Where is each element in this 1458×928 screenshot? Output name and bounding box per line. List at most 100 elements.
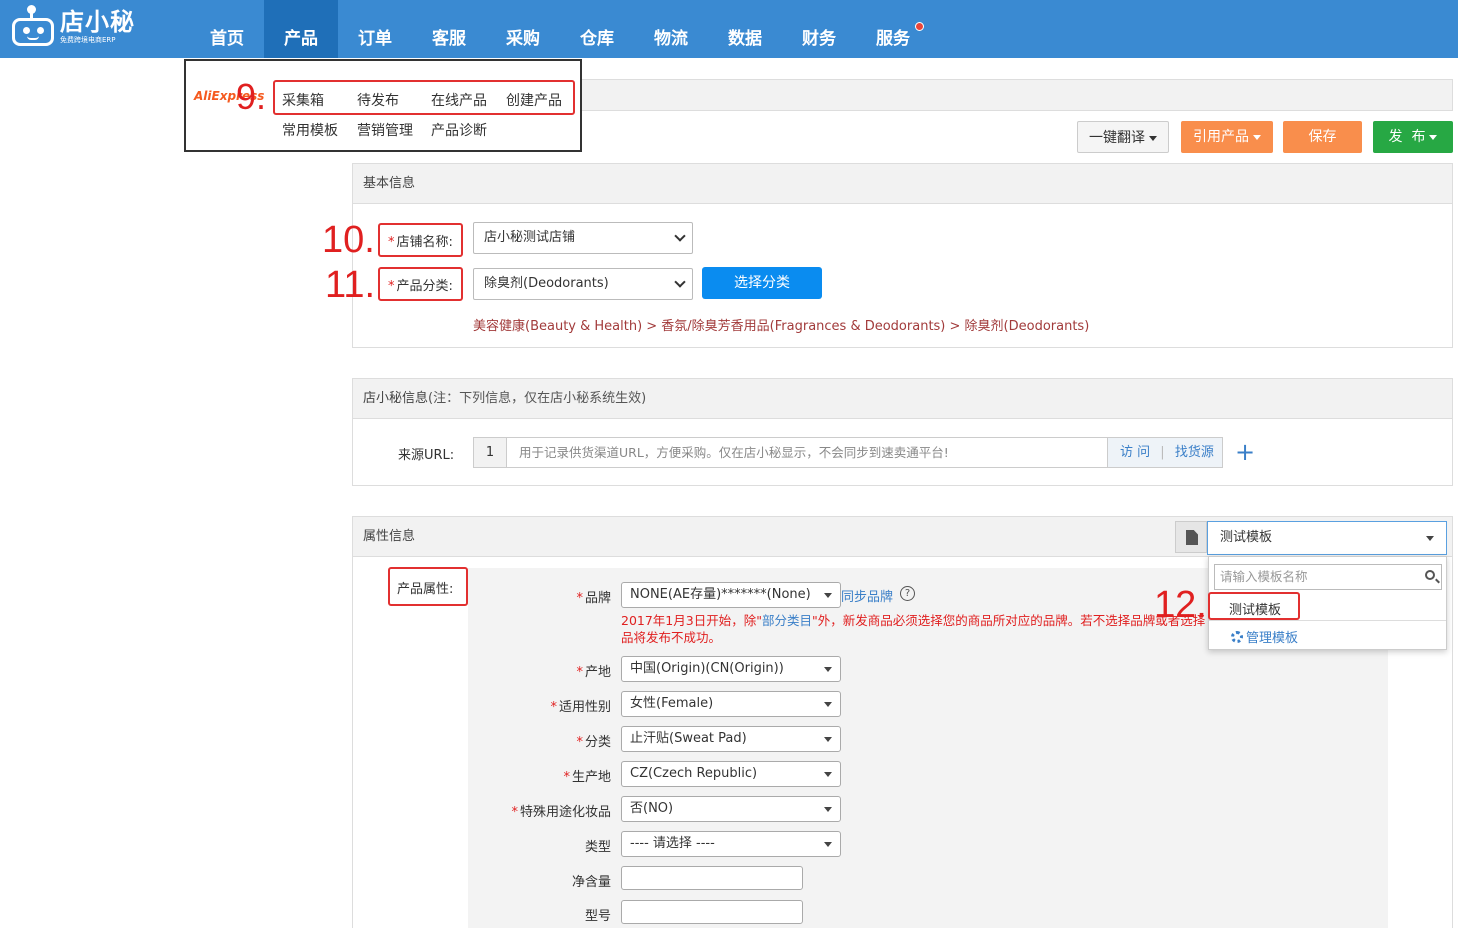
gender-value: 女性(Female) xyxy=(630,696,714,711)
caret-down-icon xyxy=(824,702,832,707)
step-11-marker: 11. xyxy=(325,264,376,306)
choose-category-button[interactable]: 选择分类 xyxy=(702,267,822,299)
source-url-input[interactable]: 用于记录供货渠道URL，方便采购。仅在店小秘显示，不会同步到速卖通平台! xyxy=(519,438,949,467)
menu-item-create-product[interactable]: 创建产品 xyxy=(506,90,562,110)
dropdown-divider xyxy=(1209,620,1446,621)
menu-item-online-products[interactable]: 在线产品 xyxy=(431,90,487,110)
chevron-down-icon xyxy=(674,230,686,242)
nav-purchase[interactable]: 采购 xyxy=(486,0,560,58)
type-select[interactable]: ---- 请选择 ---- xyxy=(621,831,841,857)
brand-value: NONE(AE存量)*******(None) xyxy=(630,587,811,602)
visit-link[interactable]: 访 问 xyxy=(1120,445,1150,460)
type-category-select[interactable]: 止汗贴(Sweat Pad) xyxy=(621,726,841,752)
manage-templates-link[interactable]: 管理模板 xyxy=(1231,627,1298,646)
url-actions: 访 问 | 找货源 xyxy=(1107,438,1222,467)
nav-home[interactable]: 首页 xyxy=(190,0,264,58)
special-cosmetic-select[interactable]: 否(NO) xyxy=(621,796,841,822)
gender-label-text: 适用性别 xyxy=(558,700,611,715)
robot-logo-icon xyxy=(10,5,56,48)
translate-label: 一键翻译 xyxy=(1089,130,1145,146)
shop-name-label-text: 店铺名称: xyxy=(396,235,453,250)
net-content-input[interactable] xyxy=(621,866,803,890)
type-label: 类型 xyxy=(411,836,611,855)
save-button[interactable]: 保存 xyxy=(1283,121,1362,153)
production-place-label-text: 生产地 xyxy=(571,770,611,785)
gear-icon xyxy=(1231,631,1243,643)
caret-down-icon xyxy=(824,737,832,742)
category-breadcrumb: 美容健康(Beauty & Health) > 香氛/除臭芳香用品(Fragra… xyxy=(473,319,1090,334)
caret-down-icon xyxy=(824,807,832,812)
shop-name-select[interactable]: 店小秘测试店铺 xyxy=(473,222,693,254)
add-url-icon[interactable]: + xyxy=(1235,438,1255,466)
nav-services[interactable]: 服务 xyxy=(856,0,930,58)
origin-value: 中国(Origin)(CN(Origin)) xyxy=(630,661,784,676)
caret-down-icon xyxy=(824,772,832,777)
template-selected-value: 测试模板 xyxy=(1220,530,1273,545)
dxm-info-panel: 店小秘信息(注：下列信息，仅在店小秘系统生效) xyxy=(352,378,1453,486)
brand-warning: 2017年1月3日开始，除"部分类目"外，新发商品必须选择您的商品所对应的品牌。… xyxy=(621,612,1211,646)
special-cosmetic-value: 否(NO) xyxy=(630,801,674,816)
nav-warehouse[interactable]: 仓库 xyxy=(560,0,634,58)
search-icon xyxy=(1425,570,1435,580)
basic-info-title: 基本信息 xyxy=(353,164,1452,204)
type-label-text: 类型 xyxy=(584,840,611,855)
brand-label: * 品牌 xyxy=(576,591,611,606)
menu-item-marketing[interactable]: 营销管理 xyxy=(357,120,413,140)
nav-customer-service[interactable]: 客服 xyxy=(412,0,486,58)
special-cosmetic-label: * 特殊用途化妆品 xyxy=(511,805,611,820)
nav-product[interactable]: 产品 xyxy=(264,0,338,58)
net-content-label: 净含量 xyxy=(571,875,611,890)
type-category-label: * 分类 xyxy=(576,735,611,750)
menu-item-diagnosis[interactable]: 产品诊断 xyxy=(431,120,487,140)
caret-down-icon xyxy=(1149,135,1157,141)
save-label: 保存 xyxy=(1308,129,1337,145)
import-label: 引用产品 xyxy=(1193,129,1249,145)
origin-select[interactable]: 中国(Origin)(CN(Origin)) xyxy=(621,656,841,682)
caret-down-icon xyxy=(824,842,832,847)
find-source-link[interactable]: 找货源 xyxy=(1175,445,1214,460)
brand-select[interactable]: NONE(AE存量)*******(None) xyxy=(621,582,841,608)
template-search-input[interactable]: 请输入模板名称 xyxy=(1214,564,1442,590)
url-index: 1 xyxy=(474,438,507,467)
sync-brand-link[interactable]: 同步品牌 xyxy=(841,586,893,605)
model-input[interactable] xyxy=(621,900,803,924)
shop-name-label: * 店铺名称: xyxy=(388,235,453,250)
production-place-label: * 生产地 xyxy=(563,770,611,785)
template-option-highlight xyxy=(1208,592,1300,620)
publish-label: 发 布 xyxy=(1388,129,1426,145)
nav-data[interactable]: 数据 xyxy=(708,0,782,58)
dxm-note: (注：下列信息，仅在店小秘系统生效) xyxy=(428,391,647,406)
brand-label-text: 品牌 xyxy=(584,591,611,606)
caret-down-icon xyxy=(1426,536,1434,541)
nav-finance[interactable]: 财务 xyxy=(782,0,856,58)
manage-templates-label: 管理模板 xyxy=(1246,631,1299,646)
production-place-select[interactable]: CZ(Czech Republic) xyxy=(621,761,841,787)
publish-button[interactable]: 发 布 xyxy=(1373,121,1453,153)
model-label: 型号 xyxy=(584,909,611,924)
translate-button[interactable]: 一键翻译 xyxy=(1077,121,1169,153)
logo-name: 店小秘 xyxy=(60,8,135,36)
template-select[interactable]: 测试模板 xyxy=(1207,521,1447,555)
type-value: ---- 请选择 ---- xyxy=(630,836,715,851)
caret-down-icon xyxy=(1429,134,1438,140)
template-file-icon[interactable] xyxy=(1175,521,1207,553)
logo[interactable]: 店小秘 免费跨境电商ERP xyxy=(10,5,135,48)
import-product-button[interactable]: 引用产品 xyxy=(1181,121,1273,153)
warning-category-link[interactable]: 部分类目 xyxy=(762,613,812,628)
production-place-value: CZ(Czech Republic) xyxy=(630,766,758,781)
gender-label: * 适用性别 xyxy=(550,700,611,715)
category-value: 除臭剂(Deodorants) xyxy=(484,276,609,291)
nav-logistics[interactable]: 物流 xyxy=(634,0,708,58)
type-category-value: 止汗贴(Sweat Pad) xyxy=(630,731,747,746)
nav-orders[interactable]: 订单 xyxy=(338,0,412,58)
help-icon[interactable]: ? xyxy=(900,586,915,601)
origin-label-text: 产地 xyxy=(584,665,611,680)
menu-item-pending[interactable]: 待发布 xyxy=(357,90,399,110)
chevron-down-icon xyxy=(674,276,686,288)
menu-item-collect-box[interactable]: 采集箱 xyxy=(282,90,324,110)
gender-select[interactable]: 女性(Female) xyxy=(621,691,841,717)
menu-item-templates[interactable]: 常用模板 xyxy=(282,120,338,140)
document-icon xyxy=(1186,530,1198,545)
page: 店小秘 免费跨境电商ERP 首页 产品 订单 客服 采购 仓库 物流 数据 财务… xyxy=(0,0,1458,928)
category-select[interactable]: 除臭剂(Deodorants) xyxy=(473,268,693,300)
